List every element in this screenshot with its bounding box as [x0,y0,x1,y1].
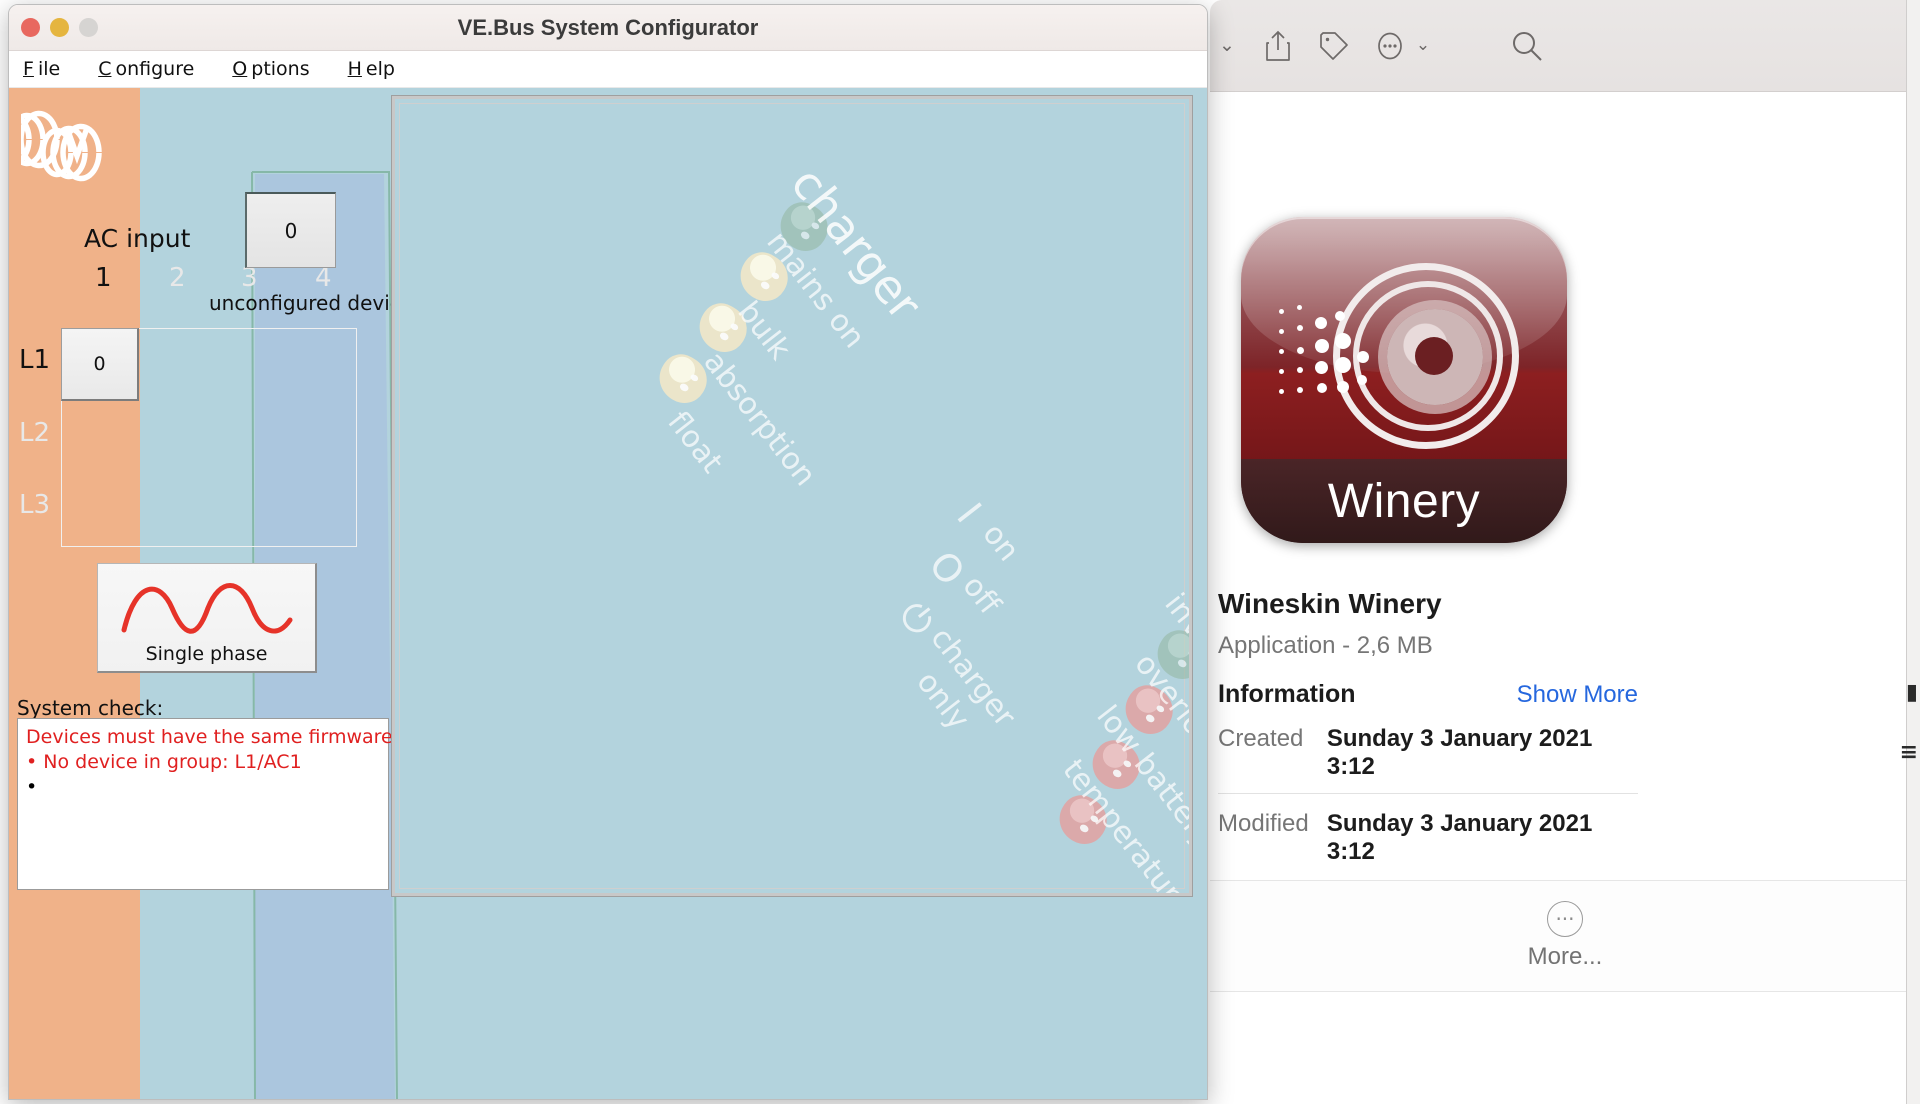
finder-info-window: ⌄ ⌄ Winery Wineskin Winery Application -… [1210,0,1920,1104]
edge-glyph-2: ≡ [1899,740,1918,765]
winery-app-icon: Winery [1241,217,1567,543]
phase-row-l1[interactable]: L1 [19,345,50,375]
system-check-message-2 [26,775,380,800]
edge-glyph-1: ▮ [1905,680,1918,705]
menu-label-configure-rest: onfigure [115,58,195,80]
file-info-block: Wineskin Winery Application - 2,6 MB Inf… [1218,588,1658,866]
ellipsis-circle-icon: ··· [1547,901,1583,937]
single-phase-button[interactable]: Single phase [97,563,317,673]
zoom-button[interactable] [79,18,98,37]
window-title-bar: VE.Bus System Configurator [9,5,1207,51]
finder-toolbar: ⌄ ⌄ [1210,0,1920,92]
app-icon-preview: Winery [1224,190,1584,570]
search-icon[interactable] [1505,24,1549,68]
menu-item-options[interactable]: Options [228,56,317,82]
ac-input-tab-1[interactable]: 1 [95,263,112,293]
metadata-value: Sunday 3 January 2021 3:12 [1326,810,1593,865]
metadata-divider [1218,793,1638,794]
traffic-lights [21,18,98,37]
metadata-key: Modified [1218,810,1309,837]
configurator-body: AC input 1 2 3 4 L1 L2 L3 0 unconfigured… [9,88,1207,1099]
victron-logo [21,110,102,182]
background-window-sliver: ▮ ≡ [1900,0,1920,1104]
system-check-label: System check: [17,696,164,720]
minimize-button[interactable] [50,18,69,37]
icon-dot-cloud [1277,303,1407,433]
menu-label-file-rest: ile [37,58,61,80]
system-check-message-0: Devices must have the same firmware vers… [26,726,476,748]
more-button-label: More... [1527,943,1603,970]
file-name: Wineskin Winery [1218,588,1442,619]
unconfigured-devices-box[interactable]: 0 [245,192,336,268]
menu-label-help-rest: elp [365,58,395,80]
share-icon[interactable] [1258,26,1298,66]
menu-item-configure[interactable]: Configure [94,56,202,82]
device-grid-cell-l1-ac1[interactable]: 0 [61,328,139,401]
vebus-configurator-window: VE.Bus System Configurator File Configur… [8,4,1208,1100]
device-canvas[interactable]: charger mains on bulk absorption float I… [391,95,1193,897]
ac-input-tab-2[interactable]: 2 [169,263,186,293]
menu-item-help[interactable]: Help [344,56,403,82]
ac-input-label: AC input [84,224,191,253]
more-button[interactable]: ··· More... [1210,880,1920,992]
metadata-row-modified: Modified Sunday 3 January 2021 3:12 [1218,810,1638,866]
file-kind-size: Application - 2,6 MB [1218,632,1433,659]
phase-row-l3[interactable]: L3 [19,490,50,520]
menu-bar: File Configure Options Help [9,51,1207,88]
information-heading: Information [1218,680,1356,708]
icon-label-band: Winery [1241,459,1567,543]
window-title: VE.Bus System Configurator [457,14,759,40]
metadata-row-created: Created Sunday 3 January 2021 3:12 [1218,725,1638,781]
metadata-key: Created [1218,725,1304,752]
show-more-link[interactable]: Show More [1517,681,1638,709]
app-icon-label: Winery [1327,474,1481,528]
chevron-down-icon-2[interactable]: ⌄ [1410,30,1436,60]
close-button[interactable] [21,18,40,37]
phase-row-l2[interactable]: L2 [19,418,50,448]
system-check-message-1: No device in group: L1/AC1 [26,750,380,775]
screen: ⌄ ⌄ Winery Wineskin Winery Application -… [0,0,1920,1104]
menu-label-options-rest: ptions [251,58,310,80]
sine-wave-icon [121,583,293,634]
ellipsis-icon[interactable] [1370,26,1410,66]
metadata-value: Sunday 3 January 2021 3:12 [1326,725,1593,780]
menu-item-file[interactable]: File [19,56,68,82]
tag-icon[interactable] [1314,26,1354,66]
system-check-messages[interactable]: Devices must have the same firmware vers… [17,718,476,890]
chevron-down-icon[interactable]: ⌄ [1212,30,1242,60]
